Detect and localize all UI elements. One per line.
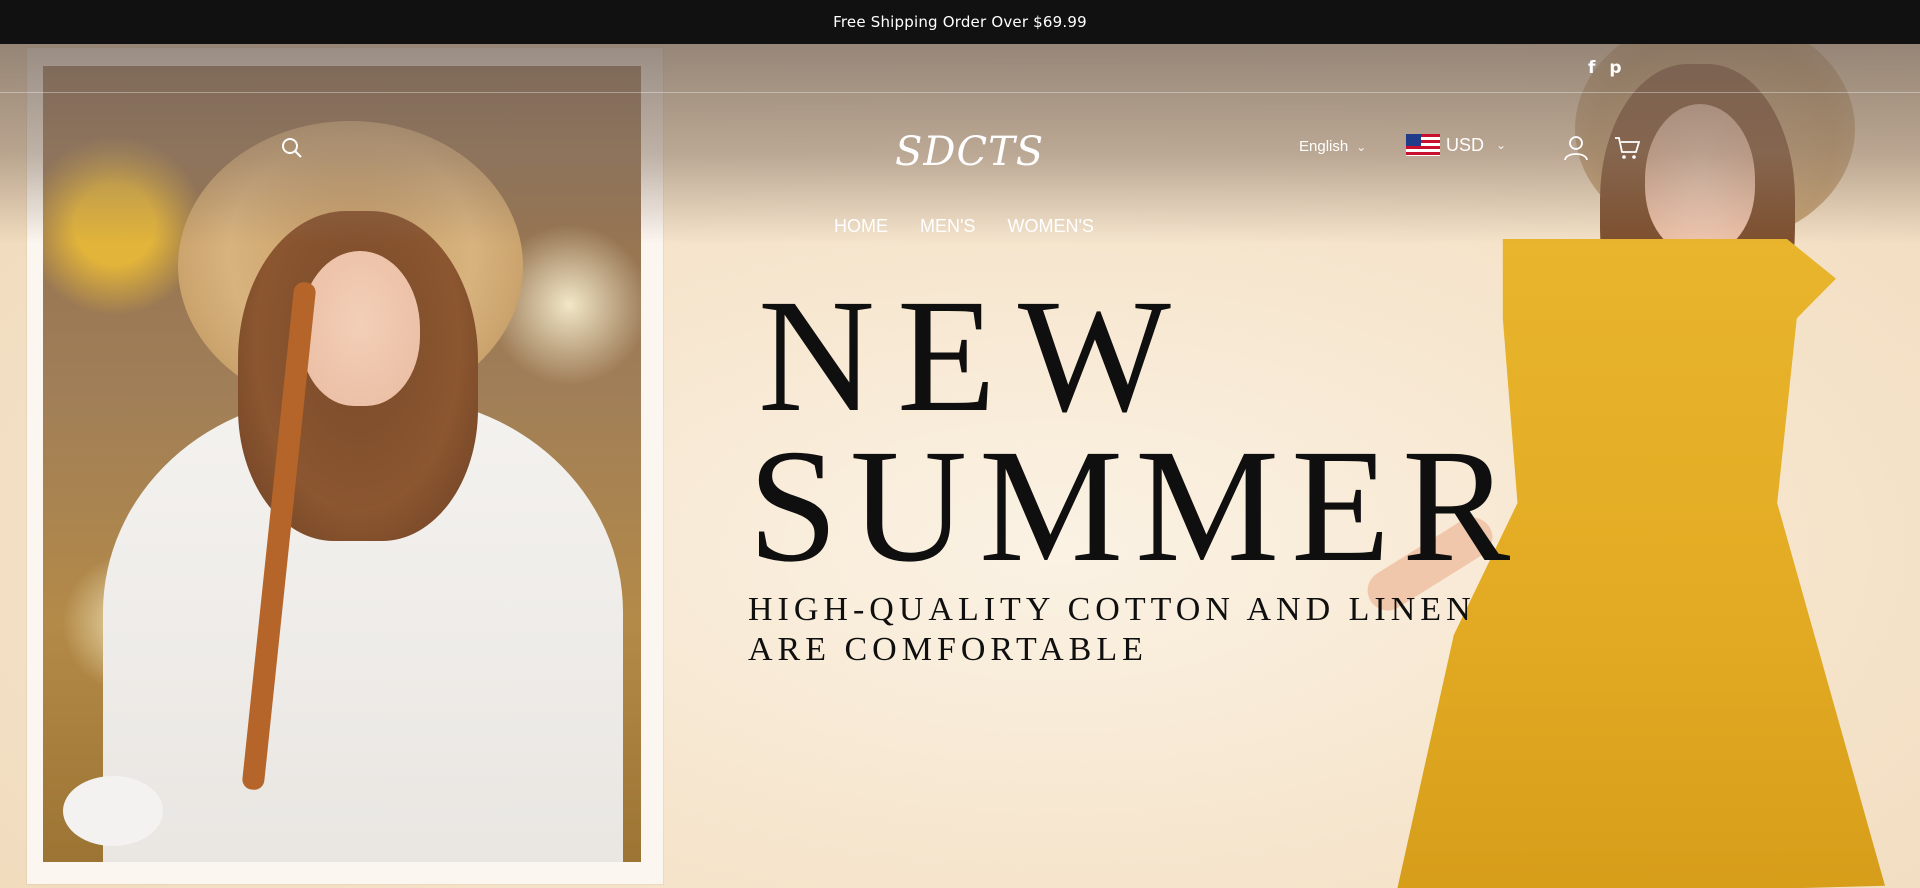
cart-icon[interactable]: [1613, 134, 1641, 162]
nav-womens[interactable]: WOMEN'S: [1007, 216, 1093, 237]
photo-bunny: [63, 776, 163, 846]
hero-title-line1: NEW: [758, 267, 1193, 446]
search-icon[interactable]: [280, 136, 304, 160]
language-label: English: [1299, 138, 1349, 155]
currency-selector[interactable]: USD ⌄: [1406, 134, 1506, 156]
nav-mens[interactable]: MEN'S: [920, 216, 975, 237]
header-divider: [0, 92, 1920, 93]
main-nav: HOME MEN'S WOMEN'S: [834, 216, 1094, 237]
nav-home[interactable]: HOME: [834, 216, 888, 237]
site-logo[interactable]: SDCTS: [895, 130, 1043, 174]
photo-face: [300, 251, 420, 406]
hero-subtitle: HIGH-QUALITY COTTON AND LINEN ARE COMFOR…: [748, 591, 1476, 668]
chevron-down-icon: ⌄: [1356, 139, 1367, 154]
user-icon[interactable]: [1562, 134, 1590, 162]
us-flag-icon: [1406, 134, 1440, 156]
language-selector[interactable]: English ⌄: [1299, 138, 1366, 155]
facebook-icon[interactable]: f: [1588, 58, 1595, 78]
main-header: SDCTS English ⌄ USD ⌄: [0, 122, 1920, 182]
hero-title-line2: SUMMER: [748, 417, 1523, 596]
social-links: f p: [1588, 58, 1622, 78]
chevron-down-icon: ⌄: [1496, 138, 1507, 152]
announcement-text: Free Shipping Order Over $69.99: [833, 13, 1087, 31]
currency-label: USD: [1446, 134, 1485, 155]
hero-section: f p SDCTS English ⌄ USD ⌄ HOME MEN'S WOM…: [0, 44, 1920, 888]
hero-headline: NEW SUMMER HIGH-QUALITY COTTON AND LINEN…: [748, 267, 1523, 670]
pinterest-icon[interactable]: p: [1609, 58, 1621, 78]
announcement-bar: Free Shipping Order Over $69.99: [0, 0, 1920, 44]
